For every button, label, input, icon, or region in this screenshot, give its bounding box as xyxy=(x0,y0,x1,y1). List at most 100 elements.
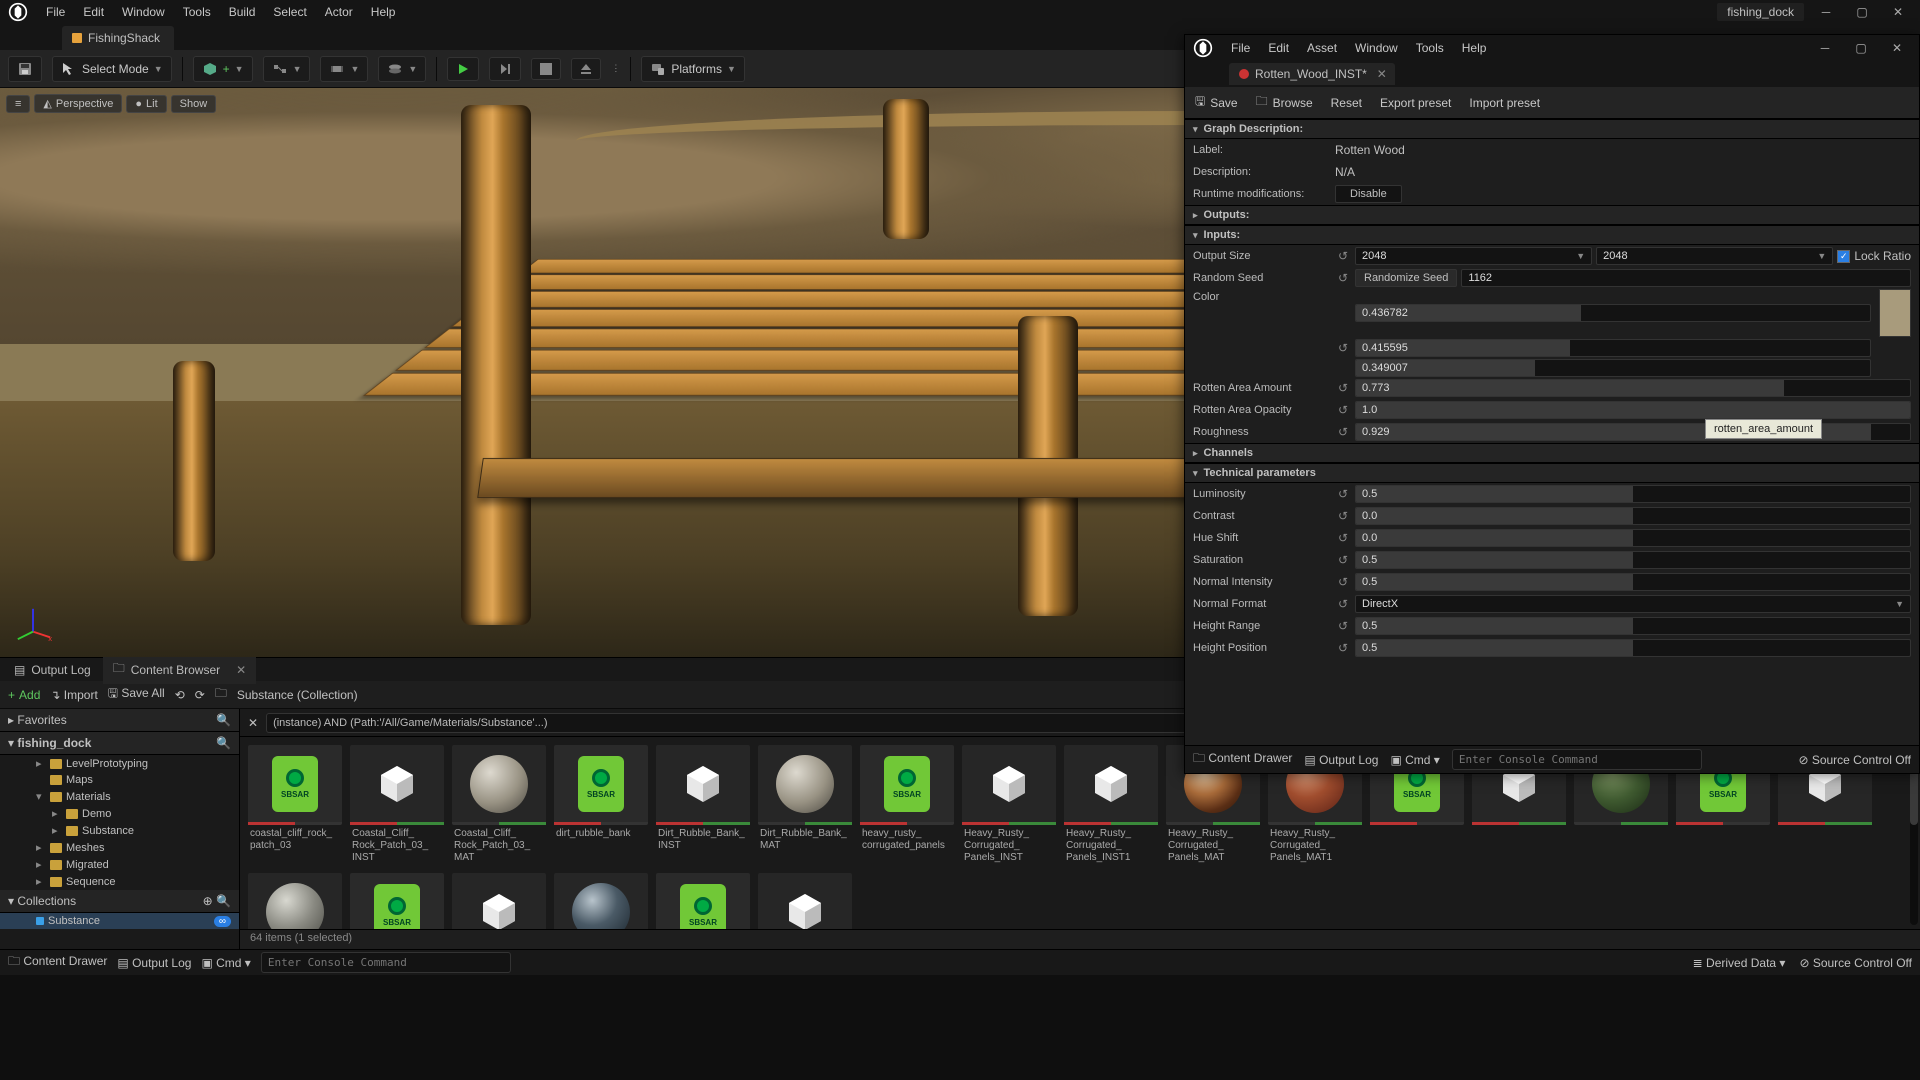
randomize-button[interactable]: Randomize Seed xyxy=(1355,269,1457,287)
asset-item[interactable]: Heavy_Rusty_Corrugated_Panels_INST1 xyxy=(1064,745,1158,865)
tree-item[interactable]: Maps xyxy=(0,772,239,788)
source-control[interactable]: ⊘ Source Control Off xyxy=(1799,956,1912,970)
add-collection-icon[interactable]: ⊕ xyxy=(203,894,213,908)
sub-tab[interactable]: Rotten_Wood_INST* ✕ xyxy=(1229,63,1395,85)
reset-icon[interactable]: ↺ xyxy=(1335,271,1351,285)
asset-item[interactable]: Coastal_Cliff_Rock_Patch_03_INST xyxy=(350,745,444,865)
luminosity-slider[interactable]: 0.5 xyxy=(1355,485,1911,503)
asset-item[interactable]: Dirt_Rubble_Bank_INST xyxy=(656,745,750,865)
rotten-amount-slider[interactable]: 0.773 xyxy=(1355,379,1911,397)
height-pos-slider[interactable]: 0.5 xyxy=(1355,639,1911,657)
menu-edit[interactable]: Edit xyxy=(83,5,104,19)
vp-show[interactable]: Show xyxy=(171,95,217,113)
reset-button[interactable]: Reset xyxy=(1331,96,1362,110)
rotten-opacity-slider[interactable]: 1.0 xyxy=(1355,401,1911,419)
reset-icon[interactable]: ↺ xyxy=(1335,249,1351,263)
history-fwd[interactable]: ⟳ xyxy=(195,688,205,702)
maximize-button[interactable]: ▢ xyxy=(1848,2,1876,22)
output-log-button[interactable]: ▤ Output Log xyxy=(117,956,191,970)
minimize-button[interactable]: ─ xyxy=(1812,2,1840,22)
derived-data[interactable]: ≣ Derived Data ▾ xyxy=(1693,956,1786,970)
menu-actor[interactable]: Actor xyxy=(325,5,353,19)
height-range-slider[interactable]: 0.5 xyxy=(1355,617,1911,635)
console-input[interactable] xyxy=(1452,749,1702,770)
close-icon[interactable]: ✕ xyxy=(1377,67,1387,81)
clear-filter-icon[interactable]: ✕ xyxy=(248,716,258,730)
reset-icon[interactable]: ↺ xyxy=(1335,575,1351,589)
sub-close-button[interactable]: ✕ xyxy=(1883,38,1911,58)
reset-icon[interactable]: ↺ xyxy=(1335,641,1351,655)
platforms-button[interactable]: Platforms▼ xyxy=(641,56,745,82)
history-back[interactable]: ⟲ xyxy=(175,688,185,702)
size-w-select[interactable]: 2048▼ xyxy=(1355,247,1592,265)
vp-lit[interactable]: ● Lit xyxy=(126,95,166,113)
contrast-slider[interactable]: 0.0 xyxy=(1355,507,1911,525)
reset-icon[interactable]: ↺ xyxy=(1335,403,1351,417)
menu-file[interactable]: File xyxy=(46,5,65,19)
content-drawer-button[interactable]: 🗀 Content Drawer xyxy=(8,952,107,973)
asset-item[interactable] xyxy=(452,873,546,929)
expand-icon[interactable]: ▸ xyxy=(8,713,14,727)
import-preset-button[interactable]: Import preset xyxy=(1469,96,1540,110)
normal-fmt-select[interactable]: DirectX▼ xyxy=(1355,595,1911,613)
sub-menu-tools[interactable]: Tools xyxy=(1416,41,1444,55)
console-input[interactable] xyxy=(261,952,511,973)
favorites-header[interactable]: Favorites xyxy=(17,713,66,727)
collection-item[interactable]: Substance∞ xyxy=(0,913,239,929)
sub-menu-asset[interactable]: Asset xyxy=(1307,41,1337,55)
reset-icon[interactable]: ↺ xyxy=(1335,381,1351,395)
menu-window[interactable]: Window xyxy=(122,5,165,19)
sub-minimize-button[interactable]: ─ xyxy=(1811,38,1839,58)
sub-menu-help[interactable]: Help xyxy=(1462,41,1487,55)
reset-icon[interactable]: ↺ xyxy=(1335,597,1351,611)
asset-item[interactable]: SBSAR xyxy=(350,873,444,929)
play-menu-chevron[interactable]: ⋮ xyxy=(611,63,620,74)
tree-item[interactable]: ▸Demo xyxy=(0,805,239,822)
play-options-button[interactable] xyxy=(489,57,521,81)
save-level-button[interactable] xyxy=(8,56,42,82)
asset-item[interactable]: SBSARheavy_rusty_corrugated_panels xyxy=(860,745,954,865)
search-icon[interactable]: 🔍 xyxy=(216,736,231,750)
sub-menu-file[interactable]: File xyxy=(1231,41,1250,55)
asset-item[interactable] xyxy=(248,873,342,929)
lock-ratio-checkbox[interactable]: ✓ xyxy=(1837,250,1850,263)
add-content-button[interactable]: +▼ xyxy=(193,56,253,82)
reset-icon[interactable]: ↺ xyxy=(1335,531,1351,545)
cmd-dropdown[interactable]: ▣ Cmd ▾ xyxy=(201,956,250,970)
browse-button[interactable]: 🗀 Browse xyxy=(1256,92,1313,113)
tree-item[interactable]: ▸Meshes xyxy=(0,839,239,856)
menu-tools[interactable]: Tools xyxy=(183,5,211,19)
section-graph[interactable]: ▾Graph Description: xyxy=(1185,119,1919,139)
save-all-button[interactable]: 🖫 Save All xyxy=(108,684,165,705)
runtime-toggle[interactable]: Disable xyxy=(1335,185,1402,203)
tree-item[interactable]: ▸Sequence xyxy=(0,873,239,890)
import-button[interactable]: ↴ Import xyxy=(50,688,97,702)
hue-slider[interactable]: 0.0 xyxy=(1355,529,1911,547)
tree-item[interactable]: ▸Substance xyxy=(0,822,239,839)
output-log-button[interactable]: ▤ Output Log xyxy=(1304,753,1378,767)
sub-menu-edit[interactable]: Edit xyxy=(1268,41,1289,55)
vp-menu-button[interactable]: ≡ xyxy=(6,95,30,113)
asset-item[interactable]: Dirt_Rubble_Bank_MAT xyxy=(758,745,852,865)
tab-level[interactable]: FishingShack xyxy=(62,26,174,50)
export-preset-button[interactable]: Export preset xyxy=(1380,96,1451,110)
asset-item[interactable]: SBSAR xyxy=(656,873,750,929)
reset-icon[interactable]: ↺ xyxy=(1335,341,1351,355)
add-button[interactable]: + Add xyxy=(8,688,40,702)
close-icon[interactable]: ✕ xyxy=(236,663,246,677)
sub-menu-window[interactable]: Window xyxy=(1355,41,1398,55)
menu-help[interactable]: Help xyxy=(371,5,396,19)
color-swatch[interactable] xyxy=(1879,289,1911,337)
reset-icon[interactable]: ↺ xyxy=(1335,487,1351,501)
color-b-field[interactable]: 0.349007 xyxy=(1355,359,1871,377)
misc-button[interactable]: ▼ xyxy=(378,56,426,82)
asset-item[interactable]: SBSARcoastal_cliff_rock_patch_03 xyxy=(248,745,342,865)
roughness-slider[interactable]: 0.929 xyxy=(1355,423,1911,441)
expand-icon[interactable]: ▾ xyxy=(8,894,14,908)
save-button[interactable]: 🖫 Save xyxy=(1195,92,1238,113)
root-folder[interactable]: fishing_dock xyxy=(17,736,91,750)
search-icon[interactable]: 🔍 xyxy=(216,713,231,727)
tree-item[interactable]: ▾Materials xyxy=(0,788,239,805)
normal-int-slider[interactable]: 0.5 xyxy=(1355,573,1911,591)
cmd-dropdown[interactable]: ▣ Cmd ▾ xyxy=(1390,753,1439,767)
